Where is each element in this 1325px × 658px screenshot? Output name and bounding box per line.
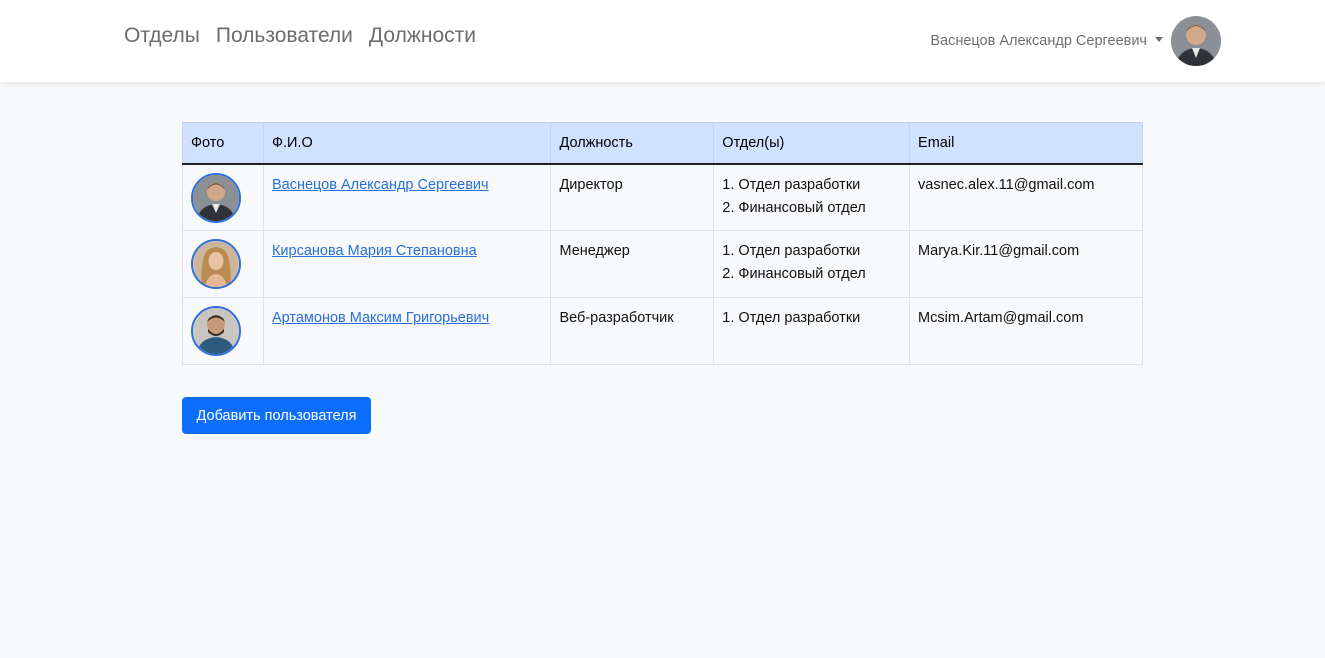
user-email: Marya.Kir.11@gmail.com [909, 230, 1143, 298]
header-email: Email [909, 122, 1143, 165]
user-menu-dropdown[interactable]: Васнецов Александр Сергеевич [930, 16, 1221, 66]
department-item: 1. Отдел разработки [722, 310, 861, 326]
header-photo: Фото [182, 122, 264, 165]
user-email: Mcsim.Artam@gmail.com [909, 297, 1143, 365]
table-header-row: Фото Ф.И.О Должность Отдел(ы) Email [182, 122, 1143, 165]
header-full-name: Ф.И.О [262, 122, 552, 165]
user-name-link[interactable]: Артамонов Максим Григорьевич [272, 310, 489, 326]
nav-link-departments[interactable]: Отделы [124, 22, 200, 50]
table-row: Васнецов Александр Сергеевич Директор 1.… [182, 163, 1143, 231]
user-name-link[interactable]: Кирсанова Мария Степановна [272, 243, 477, 259]
caret-down-icon [1155, 36, 1163, 42]
user-avatar [191, 172, 241, 223]
users-table: Фото Ф.И.О Должность Отдел(ы) Email Васн… [182, 122, 1143, 365]
department-item: 1. Отдел разработки [722, 176, 861, 193]
nav-link-users[interactable]: Пользователи [216, 22, 353, 50]
user-position: Веб-разработчик [550, 297, 715, 365]
department-item: 1. Отдел разработки [722, 243, 861, 259]
user-avatar [191, 239, 241, 289]
nav-links: Отделы Пользователи Должности [124, 22, 492, 50]
user-email: vasnec.alex.11@gmail.com [909, 163, 1143, 231]
department-item: 2. Финансовый отдел [722, 199, 866, 216]
user-position: Директор [550, 163, 715, 231]
user-avatar [191, 306, 241, 356]
header-position: Должность [550, 122, 715, 165]
table-row: Кирсанова Мария Степановна Менеджер 1. О… [182, 230, 1143, 298]
current-user-avatar[interactable] [1171, 16, 1221, 66]
user-name-link[interactable]: Васнецов Александр Сергеевич [272, 177, 489, 193]
table-row: Артамонов Максим Григорьевич Веб-разрабо… [182, 297, 1143, 365]
department-item: 2. Финансовый отдел [722, 266, 866, 282]
current-user-name: Васнецов Александр Сергеевич [930, 33, 1147, 49]
add-user-button[interactable]: Добавить пользователя [182, 397, 371, 434]
header-departments: Отдел(ы) [713, 122, 911, 165]
user-position: Менеджер [550, 230, 715, 298]
top-navbar: Отделы Пользователи Должности Васнецов А… [0, 0, 1325, 82]
nav-link-positions[interactable]: Должности [369, 22, 476, 50]
